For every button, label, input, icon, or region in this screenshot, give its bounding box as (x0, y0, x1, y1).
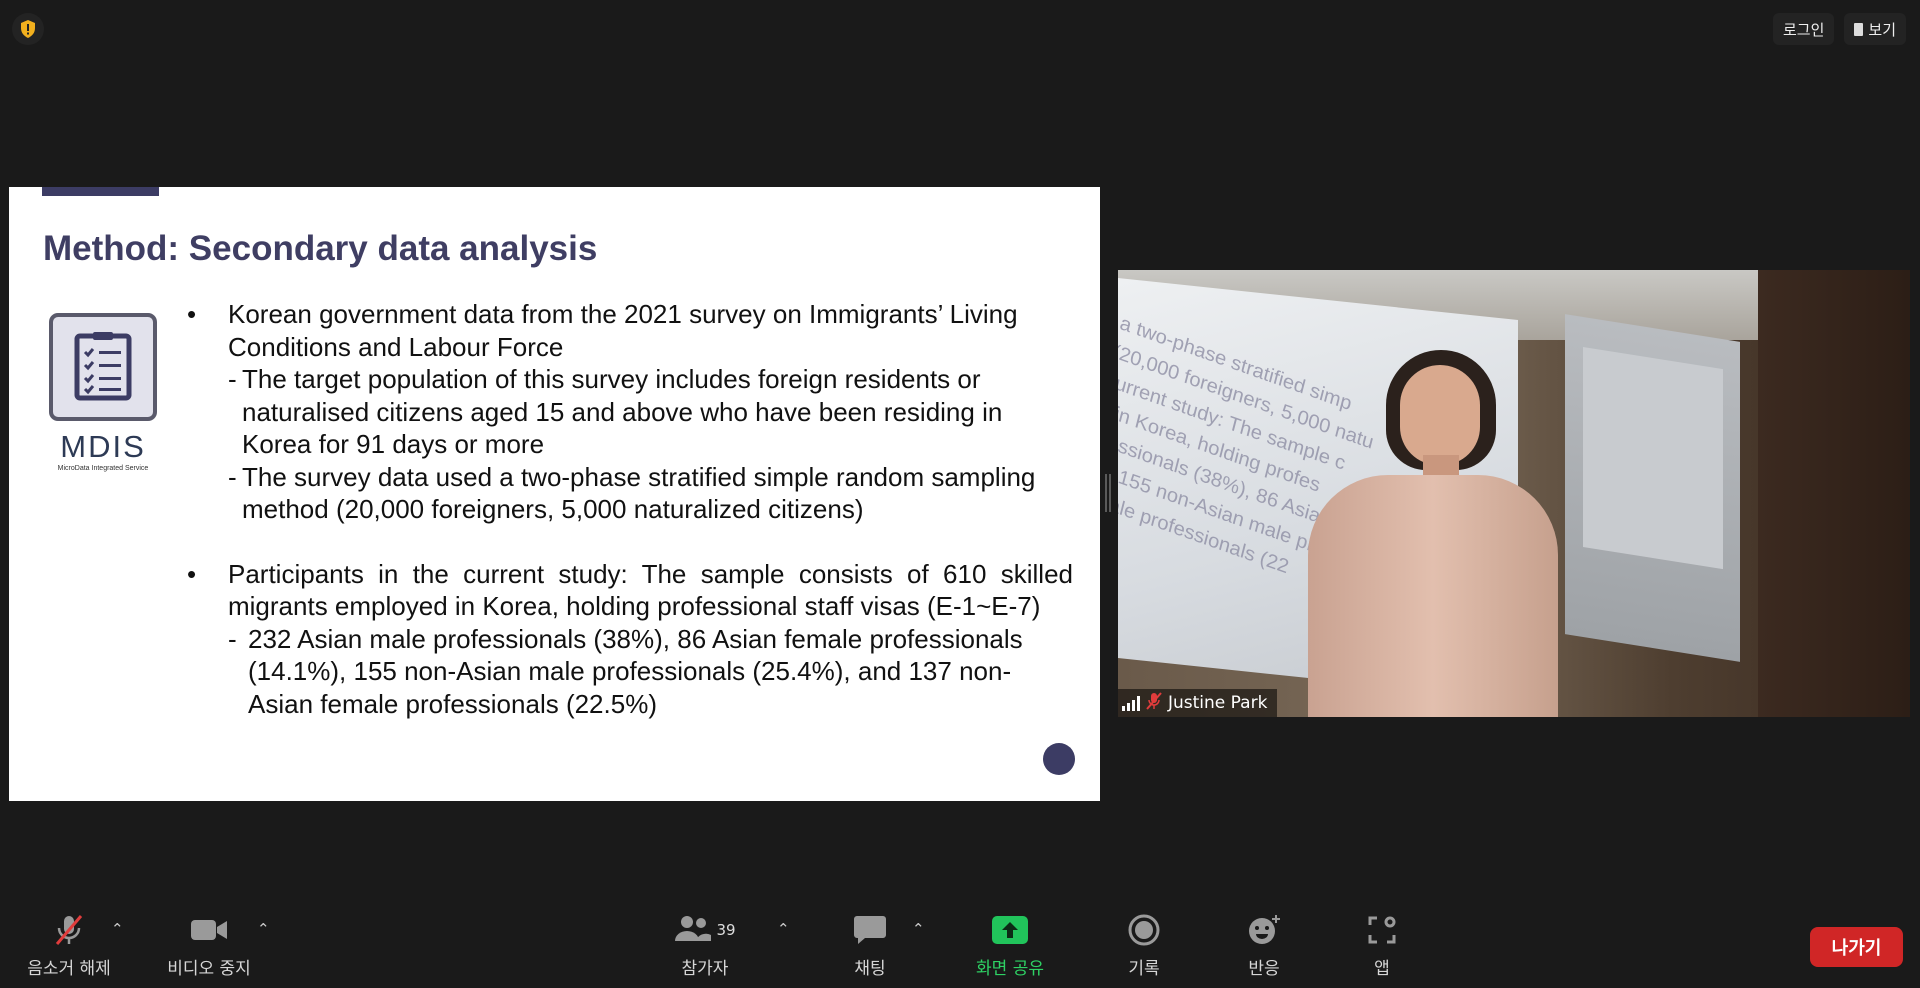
connection-signal-icon (1122, 695, 1140, 711)
chat-options-chevron-icon[interactable]: ⌃ (912, 920, 925, 938)
chat-button[interactable]: 채팅 (838, 898, 902, 988)
reactions-label: 반응 (1248, 959, 1280, 979)
share-screen-label: 화면 공유 (976, 959, 1044, 979)
view-button[interactable]: 보기 (1844, 13, 1906, 45)
muted-microphone-icon (52, 912, 86, 948)
stop-video-button[interactable]: 비디오 중지 (160, 898, 258, 988)
participant-name: Justine Park (1168, 693, 1268, 713)
sub-item: - The target population of this survey in… (228, 363, 1073, 461)
leave-meeting-button[interactable]: 나가기 (1810, 927, 1903, 967)
muted-mic-icon (1146, 691, 1162, 715)
sub-text: The target population of this survey inc… (242, 364, 1003, 459)
stop-video-label: 비디오 중지 (167, 959, 251, 979)
logo-wordmark: MDIS (60, 429, 146, 464)
unmute-label: 음소거 해제 (27, 959, 111, 979)
apps-icon (1367, 912, 1397, 948)
share-screen-icon (992, 912, 1028, 948)
slide-title: Method: Secondary data analysis (43, 229, 598, 268)
view-icon (1854, 22, 1864, 36)
apps-button[interactable]: 앱 (1350, 898, 1414, 988)
participant-video-tile[interactable]: a two-phase stratified simp (20,000 fore… (1118, 270, 1910, 717)
record-icon (1128, 912, 1160, 948)
share-screen-button[interactable]: 화면 공유 (960, 898, 1060, 988)
checklist-icon (49, 313, 157, 421)
record-button[interactable]: 기록 (1112, 898, 1176, 988)
shared-screen-slide: Method: Secondary data analysis MDIS Mic… (9, 187, 1100, 801)
view-label: 보기 (1868, 20, 1896, 39)
signin-label: 로그인 (1782, 20, 1825, 39)
bullet-item: Participants in the current study: The s… (187, 558, 1073, 721)
meeting-toolbar: 음소거 해제 ⌃ 비디오 중지 ⌃ 39 참가자 ⌃ 채팅 ⌃ 화면 공유 기록… (0, 898, 1920, 988)
sub-text: 232 Asian male professionals (38%), 86 A… (248, 623, 1023, 719)
participants-label: 참가자 (681, 959, 729, 979)
projector-screen-secondary (1565, 314, 1740, 662)
audio-options-chevron-icon[interactable]: ⌃ (111, 920, 124, 938)
mdis-logo: MDIS MicroData Integrated Service (49, 313, 167, 477)
unmute-button[interactable]: 음소거 해제 (18, 898, 120, 988)
bullet-text: Participants in the current study: The s… (228, 558, 1073, 622)
logo-subtext: MicroData Integrated Service (57, 465, 149, 472)
chat-label: 채팅 (854, 959, 886, 979)
participants-options-chevron-icon[interactable]: ⌃ (777, 920, 790, 938)
chat-bubble-icon (853, 912, 887, 948)
sub-item: -232 Asian male professionals (38%), 86 … (228, 623, 1073, 721)
security-shield-icon[interactable] (12, 13, 44, 45)
sub-text: The survey data used a two-phase stratif… (242, 461, 1036, 525)
apps-label: 앱 (1374, 959, 1390, 979)
video-options-chevron-icon[interactable]: ⌃ (257, 920, 270, 938)
participants-button[interactable]: 39 참가자 (670, 898, 740, 988)
split-resize-handle[interactable] (1105, 474, 1111, 512)
slide-pointer-dot (1043, 743, 1075, 775)
participants-count: 39 (716, 921, 736, 939)
speaker-figure (1308, 475, 1558, 717)
record-label: 기록 (1128, 959, 1160, 979)
emoji-reaction-icon (1247, 912, 1281, 948)
video-camera-icon (190, 912, 228, 948)
sub-item: - The survey data used a two-phase strati… (228, 461, 1073, 526)
bullet-text: Korean government data from the 2021 sur… (228, 299, 1018, 362)
reactions-button[interactable]: 반응 (1232, 898, 1296, 988)
bullet-item: Korean government data from the 2021 sur… (187, 298, 1073, 526)
signin-button[interactable]: 로그인 (1772, 13, 1835, 45)
participant-name-tag: Justine Park (1118, 689, 1278, 717)
slide-bullets: Korean government data from the 2021 sur… (187, 298, 1073, 720)
participants-icon (674, 914, 712, 946)
slide-accent-bar (42, 187, 159, 196)
top-right-controls: 로그인 보기 (1772, 13, 1906, 45)
